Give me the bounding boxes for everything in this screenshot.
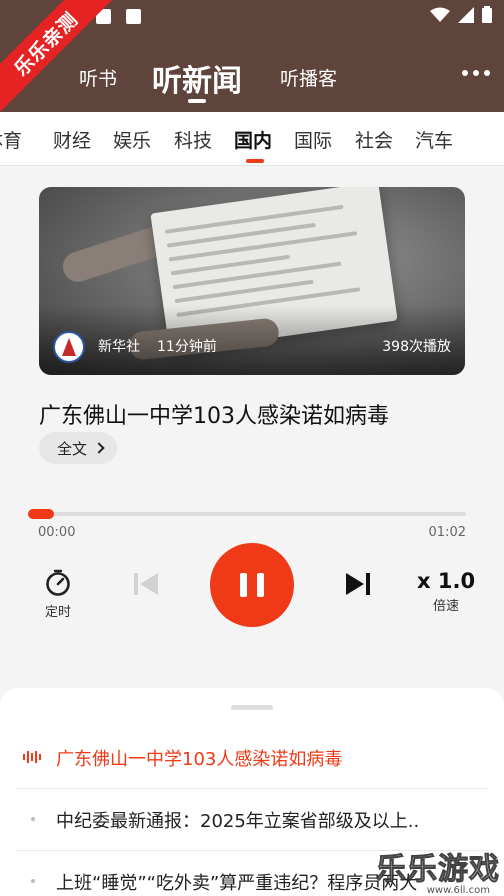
- tab-podcasts[interactable]: 听播客: [280, 64, 337, 91]
- status-indicators: [430, 6, 492, 23]
- category-domestic[interactable]: 国内: [234, 126, 272, 153]
- timer-label: 定时: [44, 605, 71, 620]
- playing-equalizer-icon: [23, 751, 41, 763]
- playlist-item-title: 广东佛山一中学103人感染诺如病毒: [56, 749, 343, 770]
- total-time: 01:02: [428, 525, 466, 540]
- category-international[interactable]: 国际: [294, 126, 332, 153]
- full-text-label: 全文: [57, 439, 88, 458]
- category-society[interactable]: 社会: [355, 126, 393, 153]
- playlist-item-title: 中纪委最新通报：2025年立案省部级及以上..: [56, 811, 420, 832]
- article-title: 广东佛山一中学103人感染诺如病毒: [39, 404, 389, 429]
- speed-label: 倍速: [433, 599, 460, 614]
- publish-time: 11分钟前: [157, 339, 217, 355]
- wifi-icon: [430, 7, 450, 22]
- sheet-drag-handle[interactable]: [231, 705, 273, 710]
- bullet-icon: [31, 817, 35, 821]
- pause-button[interactable]: [210, 543, 294, 627]
- category-active-indicator: [246, 159, 264, 163]
- speed-button[interactable]: x 1.0 倍速: [417, 569, 475, 614]
- source-logo-icon: [53, 331, 85, 363]
- playlist-item-title: 上班“睡觉”“吃外卖”算严重违纪？程序员两大: [56, 873, 418, 894]
- speed-value: x 1.0: [417, 569, 476, 593]
- category-entertainment[interactable]: 娱乐: [113, 126, 151, 153]
- tab-active-indicator: [188, 99, 206, 103]
- current-time: 00:00: [38, 525, 76, 540]
- next-icon[interactable]: [344, 570, 372, 598]
- timer-icon: [46, 569, 70, 596]
- playlist-item[interactable]: 中纪委最新通报：2025年立案省部级及以上..: [16, 789, 488, 851]
- cover-image: 新华社 11分钟前 398次播放: [39, 187, 465, 375]
- category-tech[interactable]: 科技: [174, 126, 212, 153]
- notification-app-icon: [126, 9, 141, 24]
- bullet-icon: [31, 879, 35, 883]
- news-player: 新华社 11分钟前 398次播放 广东佛山一中学103人感染诺如病毒 全文 00…: [0, 166, 504, 688]
- category-sports[interactable]: 体育: [0, 126, 22, 153]
- tab-news[interactable]: 听新闻: [152, 56, 242, 100]
- tab-audiobooks[interactable]: 听书: [79, 64, 117, 91]
- timer-button[interactable]: 定时: [44, 569, 72, 620]
- progress-bar[interactable]: [28, 509, 466, 519]
- category-tabs: 体育 财经 娱乐 科技 国内 国际 社会 汽车: [0, 112, 504, 166]
- chevron-right-icon: [93, 442, 105, 454]
- site-watermark-url: www.6ll.com: [426, 885, 490, 896]
- full-text-button[interactable]: 全文: [39, 432, 118, 464]
- battery-icon: [482, 6, 492, 23]
- source-name: 新华社: [98, 339, 140, 355]
- progress-fill[interactable]: [28, 509, 54, 519]
- previous-icon[interactable]: [132, 570, 160, 598]
- play-count: 398次播放: [382, 339, 451, 355]
- pause-icon: [240, 573, 247, 597]
- more-icon[interactable]: [462, 70, 490, 76]
- site-watermark: 乐乐游戏: [376, 852, 500, 888]
- playlist-item[interactable]: 广东佛山一中学103人感染诺如病毒: [16, 727, 488, 789]
- category-auto[interactable]: 汽车: [415, 126, 453, 153]
- signal-icon: [458, 6, 474, 23]
- category-finance[interactable]: 财经: [53, 126, 91, 153]
